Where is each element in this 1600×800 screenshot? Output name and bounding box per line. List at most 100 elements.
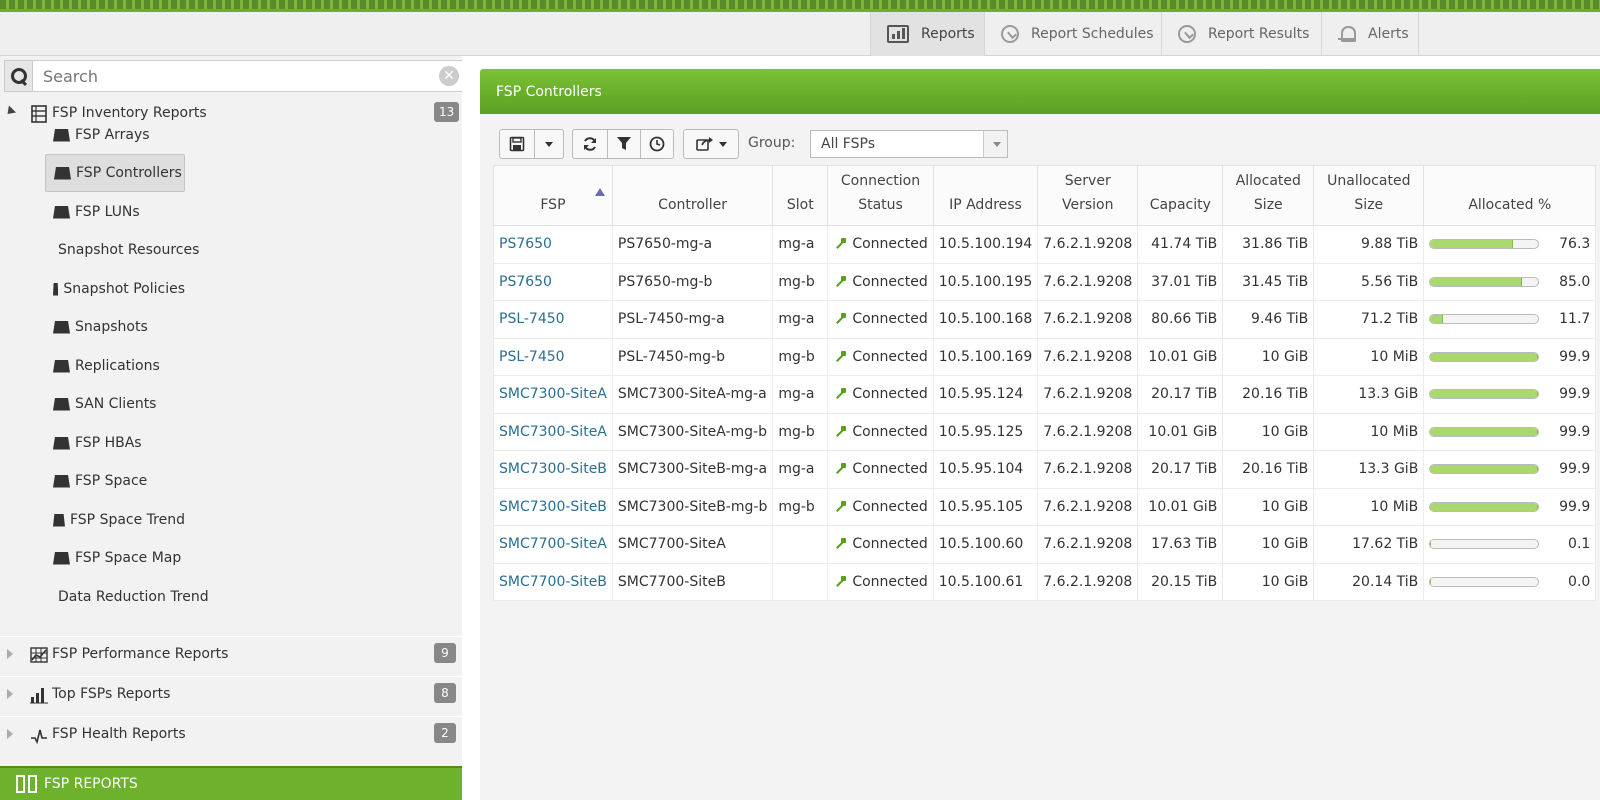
- group-fsp-health-reports[interactable]: FSP Health Reports 2: [0, 716, 462, 752]
- collapse-arrow-icon[interactable]: [7, 729, 13, 739]
- tab-alerts[interactable]: Alerts: [1321, 12, 1419, 56]
- count-badge: 9: [434, 643, 456, 663]
- group-select[interactable]: All FSPs: [810, 130, 1008, 158]
- fsp-cell[interactable]: SMC7300-SiteB: [493, 450, 613, 489]
- allocation-progress-fill: [1430, 390, 1539, 399]
- fsp-cell[interactable]: PS7650: [493, 225, 613, 264]
- server-version-cell: 7.6.2.1.9208: [1037, 262, 1139, 301]
- table-row[interactable]: SMC7700-SiteB SMC7700-SiteB Connected 10.5.…: [493, 562, 1597, 601]
- sidebar-item-snapshot-policies[interactable]: Snapshot Policies: [45, 270, 185, 308]
- column-header-allocated-size[interactable]: Allocated Size: [1222, 165, 1315, 226]
- allocation-progress-bar: [1429, 314, 1540, 325]
- group-top-fsps-reports[interactable]: Top FSPs Reports 8: [0, 676, 462, 712]
- table-row[interactable]: PS7650 PS7650-mg-a mg-a Connected 10.5.100.1…: [493, 225, 1597, 264]
- allocated-size-cell: 20.16 TiB: [1222, 450, 1315, 489]
- sidebar-item-fsp-space-map[interactable]: FSP Space Map: [45, 539, 185, 577]
- fsp-cell[interactable]: SMC7300-SiteB: [493, 487, 613, 526]
- sidebar-item-label: Data Reduction Trend: [58, 589, 209, 605]
- sidebar-item-snapshots[interactable]: Snapshots: [45, 308, 185, 346]
- sidebar-item-fsp-controllers[interactable]: FSP Controllers: [45, 154, 185, 192]
- fsp-cell[interactable]: PSL-7450: [493, 337, 613, 376]
- allocated-size-cell: 10 GiB: [1222, 337, 1315, 376]
- sidebar-item-label: FSP Space Trend: [69, 512, 185, 528]
- panel-title: FSP Controllers: [496, 83, 602, 100]
- collapse-arrow-icon[interactable]: [7, 649, 13, 659]
- search-icon[interactable]: [5, 61, 33, 91]
- clear-search-icon[interactable]: ✕: [439, 66, 459, 86]
- column-header-server-version[interactable]: Server Version: [1037, 165, 1139, 226]
- bell-icon: [1338, 25, 1356, 43]
- search-input[interactable]: [33, 66, 423, 86]
- sidebar-item-label: Snapshot Resources: [58, 242, 200, 258]
- schedule-button[interactable]: [640, 129, 674, 159]
- chevron-down-icon[interactable]: [983, 131, 1007, 157]
- panel-divider[interactable]: [462, 56, 480, 800]
- export-button[interactable]: [683, 129, 739, 159]
- collapse-arrow-icon[interactable]: [7, 689, 13, 699]
- fsp-cell[interactable]: PSL-7450: [493, 300, 613, 339]
- fsp-cell[interactable]: PS7650: [493, 262, 613, 301]
- column-header-connection-status[interactable]: Connection Status: [827, 165, 934, 226]
- column-header-unallocated-size[interactable]: Unallocated Size: [1313, 165, 1425, 226]
- fsp-cell[interactable]: SMC7700-SiteA: [493, 525, 613, 564]
- table-row[interactable]: SMC7300-SiteA SMC7300-SiteA-mg-a mg-a Conne…: [493, 375, 1597, 414]
- fsp-cell[interactable]: SMC7700-SiteB: [493, 562, 613, 601]
- sidebar-item-label: FSP Space Map: [75, 550, 182, 566]
- save-dropdown-button[interactable]: [534, 129, 564, 159]
- column-header-ip-address[interactable]: IP Address: [932, 165, 1039, 226]
- group-fsp-performance-reports[interactable]: FSP Performance Reports 9: [0, 636, 462, 672]
- fsp-cell[interactable]: SMC7300-SiteA: [493, 412, 613, 451]
- table-row[interactable]: SMC7300-SiteB SMC7300-SiteB-mg-b mg-b Conne…: [493, 487, 1597, 526]
- filter-icon: [617, 137, 631, 150]
- table-row[interactable]: SMC7300-SiteA SMC7300-SiteA-mg-b mg-b Conne…: [493, 412, 1597, 451]
- unallocated-size-cell: 13.3 GiB: [1313, 450, 1425, 489]
- sidebar-footer-fsp-reports[interactable]: FSP REPORTS: [0, 766, 462, 800]
- save-button[interactable]: [499, 129, 535, 159]
- table-row[interactable]: PSL-7450 PSL-7450-mg-b mg-b Connected 10.5.1…: [493, 337, 1597, 376]
- column-header-allocated-percent[interactable]: Allocated %: [1423, 165, 1597, 226]
- sidebar-item-fsp-arrays[interactable]: FSP Arrays: [45, 116, 185, 154]
- tab-reports[interactable]: Reports: [870, 12, 984, 56]
- allocated-size-cell: 10 GiB: [1222, 525, 1315, 564]
- refresh-button[interactable]: [572, 129, 608, 159]
- expand-arrow-icon[interactable]: [3, 105, 17, 118]
- controller-cell: PS7650-mg-a: [611, 225, 774, 264]
- unallocated-size-cell: 5.56 TiB: [1313, 262, 1425, 301]
- sidebar-item-fsp-hbas[interactable]: FSP HBAs: [45, 424, 185, 462]
- allocated-percent-cell: 0.1: [1423, 525, 1597, 564]
- slot-cell: [772, 562, 829, 601]
- tab-report-schedules[interactable]: Report Schedules: [984, 12, 1161, 56]
- clock-icon: [649, 136, 665, 152]
- allocation-progress-bar: [1429, 276, 1540, 287]
- column-header-controller[interactable]: Controller: [611, 165, 774, 226]
- table-row[interactable]: SMC7700-SiteA SMC7700-SiteA Connected 10.5.…: [493, 525, 1597, 564]
- table-row[interactable]: PS7650 PS7650-mg-b mg-b Connected 10.5.100.1…: [493, 262, 1597, 301]
- connection-status-cell: Connected: [827, 525, 934, 564]
- allocated-percent-value: 76.3: [1559, 236, 1591, 253]
- sidebar-item-data-reduction-trend[interactable]: Data Reduction Trend: [45, 578, 209, 616]
- sidebar-item-fsp-luns[interactable]: FSP LUNs: [45, 193, 185, 231]
- column-header-capacity[interactable]: Capacity: [1137, 165, 1224, 226]
- filter-button[interactable]: [607, 129, 641, 159]
- allocation-progress-bar: [1429, 501, 1540, 512]
- allocated-percent-cell: 99.9: [1423, 375, 1597, 414]
- table-row[interactable]: PSL-7450 PSL-7450-mg-a mg-a Connected 10.5.1…: [493, 300, 1597, 339]
- column-header-slot[interactable]: Slot: [772, 165, 829, 226]
- connected-icon: [833, 275, 849, 289]
- sidebar-item-san-clients[interactable]: SAN Clients: [45, 385, 185, 423]
- tab-report-results[interactable]: Report Results: [1161, 12, 1321, 56]
- column-header-fsp[interactable]: FSP: [493, 165, 613, 226]
- sidebar-item-replications[interactable]: Replications: [45, 347, 185, 385]
- sidebar-item-snapshot-resources[interactable]: Snapshot Resources: [45, 231, 199, 269]
- sidebar-item-label: FSP Controllers: [76, 165, 182, 181]
- sidebar-item-fsp-space[interactable]: FSP Space: [45, 462, 185, 500]
- fsp-cell[interactable]: SMC7300-SiteA: [493, 375, 613, 414]
- table-row[interactable]: SMC7300-SiteB SMC7300-SiteB-mg-a mg-a Conne…: [493, 450, 1597, 489]
- allocation-progress-fill: [1430, 540, 1432, 549]
- allocated-percent-cell: 0.0: [1423, 562, 1597, 601]
- allocated-percent-value: 0.1: [1568, 536, 1591, 553]
- capacity-cell: 10.01 GiB: [1137, 487, 1224, 526]
- sidebar-item-fsp-space-trend[interactable]: FSP Space Trend: [45, 501, 185, 539]
- controller-cell: SMC7700-SiteA: [611, 525, 774, 564]
- unallocated-size-cell: 13.3 GiB: [1313, 375, 1425, 414]
